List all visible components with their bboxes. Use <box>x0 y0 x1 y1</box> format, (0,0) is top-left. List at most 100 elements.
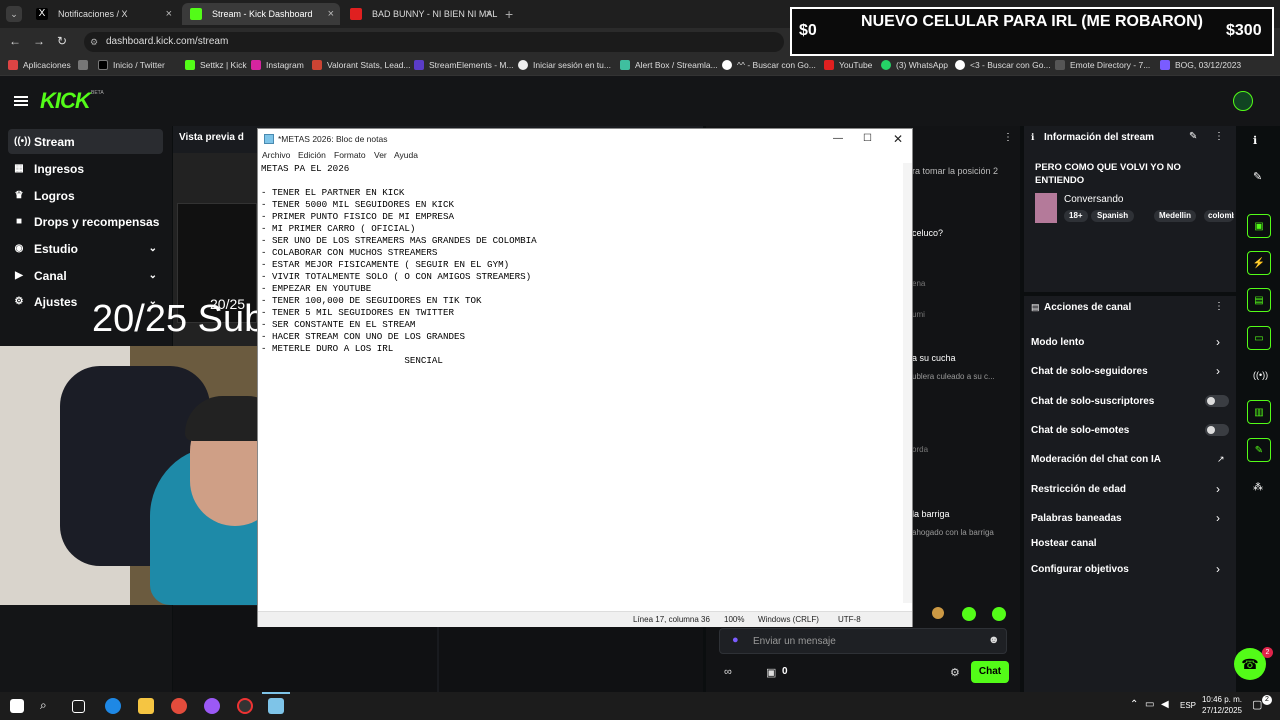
rail-button[interactable]: ▣ <box>1247 214 1271 238</box>
chat-send-button[interactable]: Chat <box>971 661 1009 683</box>
action-moderacion-ia[interactable]: Moderación del chat con IA <box>1031 454 1161 465</box>
gift-icon[interactable]: ▣ <box>766 666 776 679</box>
forward-icon[interactable]: → <box>33 34 45 48</box>
vertical-scrollbar[interactable] <box>903 163 912 603</box>
menu-ver[interactable]: Ver <box>374 150 387 160</box>
stream-category[interactable]: Conversando <box>1064 194 1123 205</box>
edit-icon[interactable]: ✎ <box>1189 131 1197 142</box>
close-icon[interactable]: ✕ <box>893 129 903 149</box>
more-options-icon[interactable]: ⋮ <box>1214 131 1224 142</box>
bookmark-google-search-1[interactable]: ^^ - Buscar con Go... <box>722 60 816 70</box>
broadcast-icon[interactable]: ((•)) <box>1253 370 1268 380</box>
hamburger-menu-icon[interactable] <box>14 96 28 106</box>
share-icon[interactable]: ⁂ <box>1253 482 1263 493</box>
edge-icon[interactable] <box>105 698 121 714</box>
bookmark-apps[interactable]: Aplicaciones <box>8 60 71 70</box>
bookmark-whatsapp[interactable]: (3) WhatsApp <box>881 60 948 70</box>
emote-icon[interactable] <box>962 607 976 621</box>
sidebar-item-estudio[interactable]: ◉ Estudio ⌄ <box>8 236 163 261</box>
action-modo-lento[interactable]: Modo lento <box>1031 337 1084 348</box>
bookmark-youtube[interactable]: YouTube <box>824 60 872 70</box>
action-palabras-baneadas[interactable]: Palabras baneadas <box>1031 513 1122 524</box>
rail-button[interactable]: ▭ <box>1247 326 1271 350</box>
chevron-right-icon[interactable]: › <box>1216 511 1220 525</box>
more-options-icon[interactable]: ⋮ <box>1214 301 1224 312</box>
clock-date[interactable]: 27/12/2025 <box>1200 706 1242 715</box>
reload-icon[interactable]: ↻ <box>57 34 67 48</box>
chevron-right-icon[interactable]: › <box>1216 364 1220 378</box>
rail-button[interactable]: ▥ <box>1247 400 1271 424</box>
tag-badge[interactable]: Spanish <box>1091 210 1135 222</box>
address-input[interactable]: ⚙ dashboard.kick.com/stream <box>84 32 784 52</box>
bookmark-bog[interactable]: BOG, 03/12/2023 <box>1160 60 1241 70</box>
tab-bad-bunny[interactable]: BAD BUNNY - NI BIEN NI MAL × <box>342 3 498 25</box>
sidebar-item-canal[interactable]: ▶ Canal ⌄ <box>8 263 163 288</box>
menu-edicion[interactable]: Edición <box>298 150 326 160</box>
action-hostear-canal[interactable]: Hostear canal <box>1031 538 1097 549</box>
volume-icon[interactable]: ◀ <box>1161 699 1169 710</box>
chevron-right-icon[interactable]: › <box>1216 482 1220 496</box>
close-tab-icon[interactable]: × <box>328 8 334 20</box>
bookmark-alert-box[interactable]: Alert Box / Streamla... <box>620 60 718 70</box>
points-infinity-icon[interactable]: ∞ <box>724 666 732 678</box>
tab-list-chevron-icon[interactable]: ⌄ <box>6 6 22 22</box>
chat-input[interactable]: ● Enviar un mensaje ☻ <box>719 628 1007 654</box>
bookmark-streamelements[interactable]: StreamElements - M... <box>414 60 514 70</box>
close-tab-icon[interactable]: × <box>166 8 172 20</box>
emoji-icon[interactable]: ☻ <box>988 634 1000 646</box>
bookmark-emote-directory[interactable]: Emote Directory - 7... <box>1055 60 1150 70</box>
menu-formato[interactable]: Formato <box>334 150 366 160</box>
minimize-icon[interactable]: — <box>833 129 843 149</box>
rail-button[interactable]: ⚡ <box>1247 251 1271 275</box>
tag-badge[interactable]: 18+ <box>1064 210 1088 222</box>
rail-button[interactable]: ▤ <box>1247 288 1271 312</box>
category-thumbnail[interactable] <box>1035 193 1057 223</box>
rail-button[interactable]: ✎ <box>1247 438 1271 462</box>
chrome-icon[interactable] <box>171 698 187 714</box>
menu-archivo[interactable]: Archivo <box>262 150 290 160</box>
tag-badge[interactable]: colombi <box>1204 210 1234 222</box>
network-icon[interactable]: ▭ <box>1145 699 1154 710</box>
app-icon[interactable] <box>237 698 253 714</box>
action-solo-seguidores[interactable]: Chat de solo-seguidores <box>1031 366 1148 377</box>
menu-ayuda[interactable]: Ayuda <box>394 150 418 160</box>
notepad-taskbar-icon[interactable] <box>268 698 284 714</box>
bookmark-google-search-2[interactable]: <3 - Buscar con Go... <box>955 60 1051 70</box>
new-tab-icon[interactable]: + <box>505 6 513 22</box>
tag-badge[interactable]: Medellin <box>1154 210 1197 222</box>
search-icon[interactable]: ⌕ <box>40 698 56 714</box>
file-explorer-icon[interactable] <box>138 698 154 714</box>
emote-icon[interactable] <box>932 607 944 619</box>
chevron-up-icon[interactable]: ⌃ <box>1130 699 1138 710</box>
external-link-icon[interactable]: ↗ <box>1217 454 1225 465</box>
bookmark-iniciar-sesion[interactable]: Iniciar sesión en tu... <box>518 60 611 70</box>
gear-icon[interactable]: ⚙ <box>950 666 960 679</box>
action-restriccion-edad[interactable]: Restricción de edad <box>1031 484 1126 495</box>
action-configurar-objetivos[interactable]: Configurar objetivos <box>1031 564 1129 575</box>
sidebar-item-drops[interactable]: ■ Drops y recompensas <box>8 209 163 234</box>
chevron-right-icon[interactable]: › <box>1216 335 1220 349</box>
sidebar-item-stream[interactable]: ((•)) Stream <box>8 129 163 154</box>
tab-notificaciones[interactable]: X Notificaciones / X × <box>28 3 178 25</box>
avatar[interactable] <box>1233 91 1253 111</box>
bookmark-grid[interactable] <box>78 60 93 70</box>
notifications-icon[interactable]: ▢ <box>1252 698 1262 711</box>
bookmark-twitter[interactable]: Inicio / Twitter <box>98 60 165 70</box>
kick-logo[interactable]: KICK <box>40 88 91 114</box>
bookmark-valorant[interactable]: Valorant Stats, Lead... <box>312 60 410 70</box>
info-icon[interactable]: ℹ <box>1253 134 1257 147</box>
clock-time[interactable]: 10:46 p. m. <box>1200 695 1242 704</box>
pencil-icon[interactable]: ✎ <box>1253 170 1262 183</box>
obs-like-icon[interactable] <box>204 698 220 714</box>
notepad-title-bar[interactable]: *METAS 2026: Bloc de notas — ☐ ✕ <box>258 129 912 149</box>
sidebar-item-logros[interactable]: ♛ Logros <box>8 183 163 208</box>
site-info-icon[interactable]: ⚙ <box>90 32 98 52</box>
start-icon[interactable] <box>10 699 24 713</box>
maximize-icon[interactable]: ☐ <box>863 129 872 149</box>
tab-stream-dashboard[interactable]: Stream - Kick Dashboard × <box>182 3 340 25</box>
close-tab-icon[interactable]: × <box>486 8 492 20</box>
more-options-icon[interactable]: ⋮ <box>1003 132 1013 143</box>
sidebar-item-ingresos[interactable]: ▦ Ingresos <box>8 156 163 181</box>
task-view-icon[interactable] <box>72 700 85 713</box>
language-indicator[interactable]: ESP <box>1180 701 1196 710</box>
